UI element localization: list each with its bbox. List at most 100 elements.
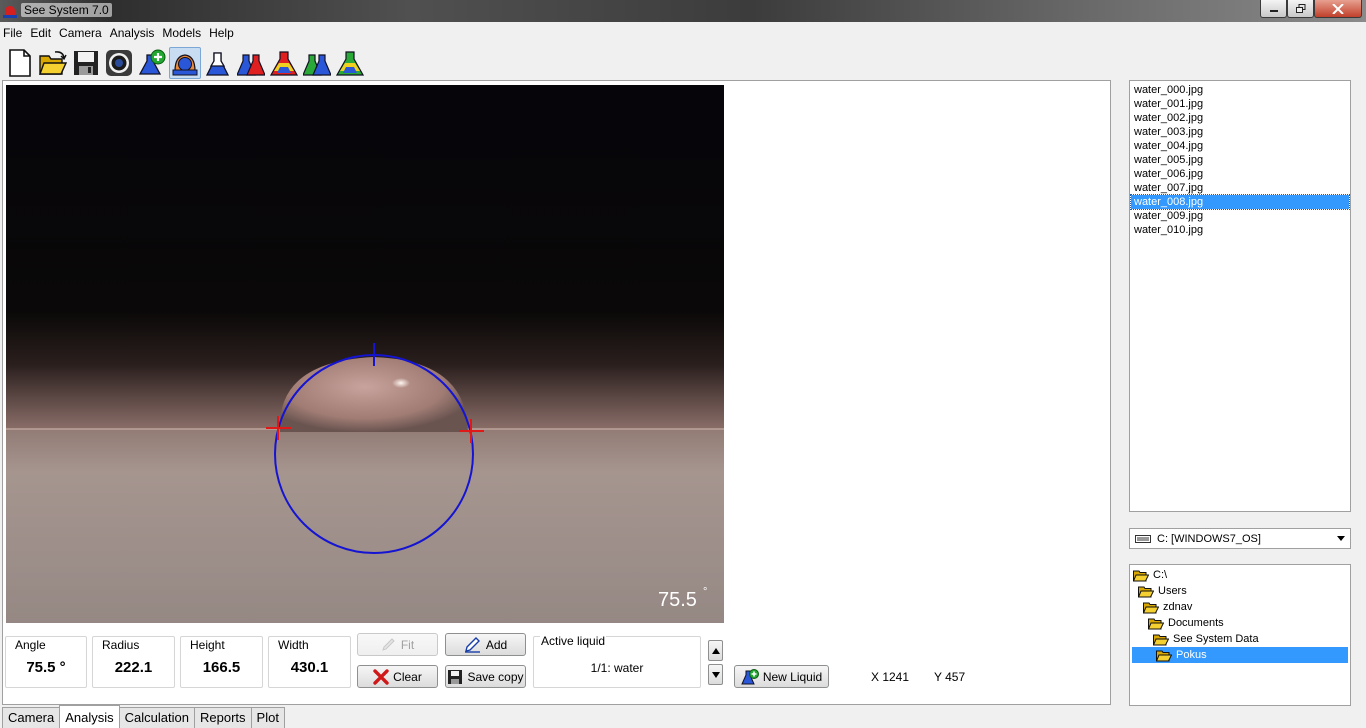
clear-label: Clear: [393, 669, 422, 684]
dir-item[interactable]: zdnav: [1130, 599, 1350, 615]
tab-reports[interactable]: Reports: [194, 707, 252, 728]
y-coordinate: Y 457: [934, 670, 966, 684]
angle-overlay-unit: °: [703, 586, 707, 598]
arrow-down-icon: [711, 671, 720, 678]
red-yellow-flask-icon: [270, 51, 298, 76]
add-flask-icon: [138, 49, 166, 75]
drive-label: C: [WINDOWS7_OS]: [1157, 532, 1261, 545]
file-item-selected[interactable]: water_008.jpg: [1130, 194, 1350, 210]
active-liquid-value: 1/1: water: [590, 661, 644, 675]
file-item[interactable]: water_009.jpg: [1131, 209, 1349, 223]
add-flask-icon: [741, 668, 759, 684]
open-folder-icon: [1148, 618, 1164, 629]
save-disk-icon: [448, 669, 463, 684]
green-blue-flask-icon: [303, 54, 331, 76]
new-document-icon: [9, 49, 31, 77]
file-item[interactable]: water_006.jpg: [1131, 167, 1349, 181]
model-button-2[interactable]: [235, 47, 267, 79]
radius-value: 222.1: [114, 659, 153, 676]
dir-item[interactable]: Users: [1130, 583, 1350, 599]
file-item[interactable]: water_002.jpg: [1131, 111, 1349, 125]
file-item[interactable]: water_007.jpg: [1131, 181, 1349, 195]
x-coordinate: X 1241: [871, 670, 910, 684]
save-disk-icon: [74, 51, 98, 75]
angle-label: Angle: [13, 638, 48, 652]
dir-item[interactable]: Documents: [1130, 615, 1350, 631]
dir-item[interactable]: See System Data: [1130, 631, 1350, 647]
restore-icon: [1295, 4, 1305, 13]
camera-lens-icon: [106, 50, 132, 76]
width-value: 430.1: [290, 659, 329, 676]
close-icon: [1332, 4, 1344, 14]
fit-button[interactable]: Fit: [357, 633, 438, 656]
save-copy-button[interactable]: Save copy: [445, 665, 526, 688]
save-copy-label: Save copy: [467, 669, 524, 684]
file-item[interactable]: water_001.jpg: [1131, 97, 1349, 111]
maximize-button[interactable]: [1287, 0, 1314, 18]
angle-value: 75.5 °: [26, 659, 66, 676]
toolbar: [4, 47, 366, 81]
dir-item-label: zdnav: [1163, 601, 1193, 613]
menu-bar: File Edit Camera Analysis Models Help: [0, 24, 239, 44]
model-button-1[interactable]: [202, 47, 234, 79]
menu-file[interactable]: File: [0, 24, 25, 44]
dir-item[interactable]: C:\: [1130, 567, 1350, 583]
new-liquid-button[interactable]: New Liquid: [734, 665, 829, 688]
open-button[interactable]: [37, 47, 69, 79]
model-button-4[interactable]: [301, 47, 333, 79]
add-measurement-button[interactable]: [136, 47, 168, 79]
file-item[interactable]: water_003.jpg: [1131, 125, 1349, 139]
liquid-up-button[interactable]: [708, 640, 723, 661]
pencil-icon: [464, 636, 480, 653]
minimize-button[interactable]: [1260, 0, 1287, 18]
file-item[interactable]: water_000.jpg: [1131, 83, 1349, 97]
add-button[interactable]: Add: [445, 633, 526, 656]
tab-analysis[interactable]: Analysis: [59, 705, 120, 728]
radius-box: Radius 222.1: [92, 636, 175, 688]
file-item[interactable]: water_004.jpg: [1131, 139, 1349, 153]
new-button[interactable]: [4, 47, 36, 79]
liquid-down-button[interactable]: [708, 664, 723, 685]
blue-red-flask-icon: [237, 54, 265, 76]
add-label: Add: [485, 637, 508, 652]
red-x-icon: [373, 668, 389, 685]
camera-button[interactable]: [103, 47, 135, 79]
close-button[interactable]: [1314, 0, 1362, 18]
analysis-panel: 75.5 ° Angle 75.5 ° Radius 222.1 Height …: [2, 80, 1111, 705]
tab-plot[interactable]: Plot: [250, 707, 285, 728]
menu-analysis[interactable]: Analysis: [107, 24, 158, 44]
file-list[interactable]: water_000.jpg water_001.jpg water_002.jp…: [1129, 80, 1351, 512]
tab-camera[interactable]: Camera: [2, 707, 61, 728]
height-label: Height: [188, 638, 227, 652]
bottom-tabs: Camera Analysis Calculation Reports Plot: [2, 705, 285, 728]
dir-item-selected[interactable]: Pokus: [1132, 647, 1348, 663]
model-button-5[interactable]: [334, 47, 366, 79]
menu-camera[interactable]: Camera: [56, 24, 105, 44]
drive-select[interactable]: C: [WINDOWS7_OS]: [1129, 528, 1351, 549]
tab-calculation[interactable]: Calculation: [118, 707, 195, 728]
drop-analysis-button[interactable]: [169, 47, 201, 79]
model-button-3[interactable]: [268, 47, 300, 79]
menu-models[interactable]: Models: [159, 24, 204, 44]
active-liquid-box: Active liquid 1/1: water: [533, 634, 701, 688]
dir-item-label: C:\: [1153, 569, 1168, 581]
dir-item-label: Users: [1158, 585, 1187, 597]
drop-image-view[interactable]: 75.5 °: [6, 85, 724, 623]
active-liquid-label: Active liquid: [540, 634, 607, 648]
file-item[interactable]: water_005.jpg: [1131, 153, 1349, 167]
dir-item-label: See System Data: [1173, 633, 1259, 645]
menu-help[interactable]: Help: [206, 24, 237, 44]
angle-box: Angle 75.5 °: [5, 636, 87, 688]
directory-tree[interactable]: C:\ Users zdnav Documents See System Dat…: [1129, 564, 1351, 706]
blue-flask-icon: [206, 52, 230, 76]
app-icon: [3, 6, 17, 18]
open-folder-icon: [39, 51, 67, 75]
minimize-icon: [1269, 10, 1278, 12]
open-folder-icon: [1133, 570, 1149, 581]
file-item[interactable]: water_010.jpg: [1131, 223, 1349, 237]
save-button[interactable]: [70, 47, 102, 79]
open-folder-icon: [1156, 650, 1172, 661]
menu-edit[interactable]: Edit: [27, 24, 54, 44]
drive-icon: [1135, 534, 1151, 543]
clear-button[interactable]: Clear: [357, 665, 438, 688]
